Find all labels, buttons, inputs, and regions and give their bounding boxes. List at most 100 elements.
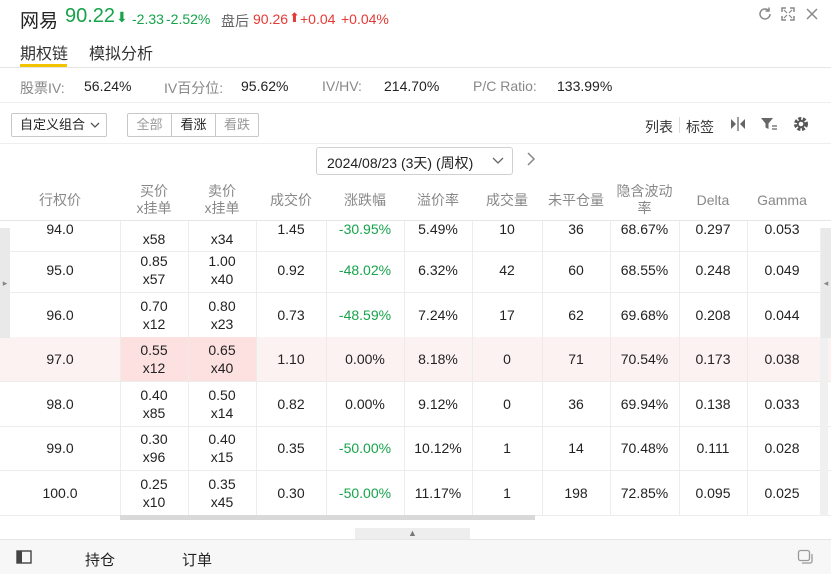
bid-price[interactable]: 0.30 — [140, 430, 167, 448]
bottom-bar: 持仓 订单 — [0, 539, 831, 574]
bid-cell[interactable]: 0.30 x96 — [120, 426, 188, 470]
column-divider — [472, 382, 473, 426]
open-interest-cell: 36 — [568, 396, 584, 412]
column-divider — [256, 471, 257, 515]
col-change-pct[interactable]: 涨跌幅 — [326, 180, 404, 220]
bid-size: x58 — [142, 231, 166, 247]
iv-percentile-value: 95.62% — [241, 78, 289, 94]
gamma-cell: 0.044 — [764, 307, 800, 323]
expand-panel-chevron-up-icon[interactable]: ▲ — [355, 528, 470, 539]
bid-cell[interactable]: 0.70 x12 — [120, 293, 188, 337]
strike-cell: 98.0 — [46, 396, 74, 412]
column-divider — [404, 471, 405, 515]
ask-cell[interactable]: 0.50 x14 — [188, 382, 256, 426]
open-interest-cell: 71 — [568, 351, 584, 367]
refresh-icon[interactable] — [756, 6, 774, 24]
bid-cell[interactable]: 0.85 x57 — [120, 248, 188, 292]
column-divider — [610, 248, 611, 292]
delta-cell: 0.095 — [695, 485, 731, 501]
bid-price[interactable]: 0.55 — [140, 341, 167, 359]
custom-combo-select[interactable]: 自定义组合 — [11, 113, 107, 137]
bid-price[interactable]: 0.85 — [140, 252, 167, 270]
tab-simulation[interactable]: 模拟分析 — [89, 40, 153, 64]
col-delta[interactable]: Delta — [679, 180, 747, 220]
table-row[interactable]: 97.0 0.55 x12 0.65 x40 1.10 0.00% 8.18% 0 71 70.54… — [0, 337, 831, 382]
col-gamma[interactable]: Gamma — [747, 180, 817, 220]
delta-cell: 0.248 — [695, 262, 731, 278]
left-panel-toggle-icon[interactable]: ▸ — [0, 228, 10, 338]
strike-cell: 94.0 — [46, 221, 74, 237]
filter-all-button[interactable]: 全部 — [128, 114, 171, 136]
bid-cell[interactable]: 0.40 x85 — [120, 382, 188, 426]
ask-cell[interactable]: 0.40 x15 — [188, 426, 256, 470]
ask-price[interactable]: 0.65 — [208, 341, 235, 359]
premium-cell: 10.12% — [414, 440, 462, 456]
delta-cell: 0.208 — [695, 307, 731, 323]
column-divider — [679, 337, 680, 381]
table-row[interactable]: 100.0 0.25 x10 0.35 x45 0.30 -50.00% 11.17% 1 198… — [0, 471, 831, 516]
tag-view-button[interactable]: 标签 — [686, 117, 714, 137]
col-ask[interactable]: 卖价 x挂单 — [188, 180, 256, 220]
ask-price[interactable]: 0.80 — [208, 297, 235, 315]
premium-cell: 9.12% — [418, 396, 458, 412]
gear-icon[interactable] — [792, 115, 810, 138]
col-volume[interactable]: 成交量 — [472, 180, 542, 220]
ask-cell[interactable]: 0.65 x40 — [188, 337, 256, 381]
ask-cell[interactable]: 0.80 x23 — [188, 293, 256, 337]
bid-size: x12 — [142, 316, 166, 332]
table-row[interactable]: 96.0 0.70 x12 0.80 x23 0.73 -48.59% 7.24% 17 62 69… — [0, 293, 831, 338]
premium-cell: 5.49% — [418, 221, 458, 237]
ask-price[interactable]: 0.40 — [208, 430, 235, 448]
column-divider — [404, 248, 405, 292]
table-row[interactable]: 99.0 0.30 x96 0.40 x15 0.35 -50.00% 10.12% 1 14 70… — [0, 426, 831, 471]
bid-cell[interactable]: 0.25 x10 — [120, 471, 188, 515]
col-open-interest[interactable]: 未平仓量 — [542, 180, 610, 220]
expiry-date-select[interactable]: 2024/08/23 (3天) (周权) — [316, 147, 513, 175]
positions-tab[interactable]: 持仓 — [85, 549, 115, 570]
ask-price[interactable]: 0.35 — [208, 475, 235, 493]
open-interest-cell: 36 — [568, 221, 584, 237]
orders-tab[interactable]: 订单 — [182, 549, 212, 570]
last-price-cell: 0.30 — [277, 485, 305, 501]
col-last[interactable]: 成交价 — [256, 180, 326, 220]
filter-icon[interactable] — [760, 116, 778, 137]
column-divider — [679, 221, 680, 251]
right-panel-toggle-icon[interactable]: ◂ — [821, 228, 831, 338]
chat-icon[interactable] — [797, 549, 813, 570]
close-icon[interactable] — [803, 6, 821, 24]
horizontal-scrollbar[interactable] — [120, 515, 535, 520]
bid-cell[interactable]: 0.55 x12 — [120, 337, 188, 381]
bid-price[interactable]: 0.25 — [140, 475, 167, 493]
table-row[interactable]: 98.0 0.40 x85 0.50 x14 0.82 0.00% 9.12% 0 36 69.94… — [0, 382, 831, 427]
next-expiry-chevron-right-icon[interactable] — [526, 151, 536, 172]
column-divider — [679, 471, 680, 515]
filter-puts-button[interactable]: 看跌 — [216, 114, 258, 136]
fullscreen-icon[interactable] — [779, 6, 797, 24]
split-view-icon[interactable] — [729, 116, 747, 137]
col-bid[interactable]: 买价 x挂单 — [120, 180, 188, 220]
bid-price[interactable]: 0.40 — [140, 386, 167, 404]
col-implied-vol[interactable]: 隐含波动率 — [610, 180, 679, 220]
divider — [0, 67, 831, 68]
col-premium[interactable]: 溢价率 — [404, 180, 472, 220]
bid-price[interactable]: 0.70 — [140, 297, 167, 315]
ask-cell[interactable]: 0.35 x45 — [188, 471, 256, 515]
panel-toggle-icon[interactable] — [16, 550, 32, 569]
bid-size: x10 — [142, 494, 166, 510]
ask-cell[interactable]: x34 — [188, 221, 256, 251]
ask-size: x34 — [210, 231, 234, 247]
ask-price[interactable]: 0.50 — [208, 386, 235, 404]
list-view-button[interactable]: 列表 — [645, 117, 673, 137]
bid-cell[interactable]: x58 — [120, 221, 188, 251]
filter-calls-button[interactable]: 看涨 — [172, 114, 215, 136]
table-row[interactable]: 95.0 0.85 x57 1.00 x40 0.92 -48.02% 6.32% 42 60 68… — [0, 248, 831, 293]
chevron-down-icon — [492, 153, 504, 172]
ask-cell[interactable]: 1.00 x40 — [188, 248, 256, 292]
tab-option-chain[interactable]: 期权链 — [20, 40, 68, 64]
premium-cell: 6.32% — [418, 262, 458, 278]
col-strike[interactable]: 行权价 — [0, 180, 120, 220]
volume-cell: 0 — [503, 351, 511, 367]
ask-price[interactable]: 1.00 — [208, 252, 235, 270]
change-pct-cell: 0.00% — [345, 351, 385, 367]
column-divider — [747, 293, 748, 337]
